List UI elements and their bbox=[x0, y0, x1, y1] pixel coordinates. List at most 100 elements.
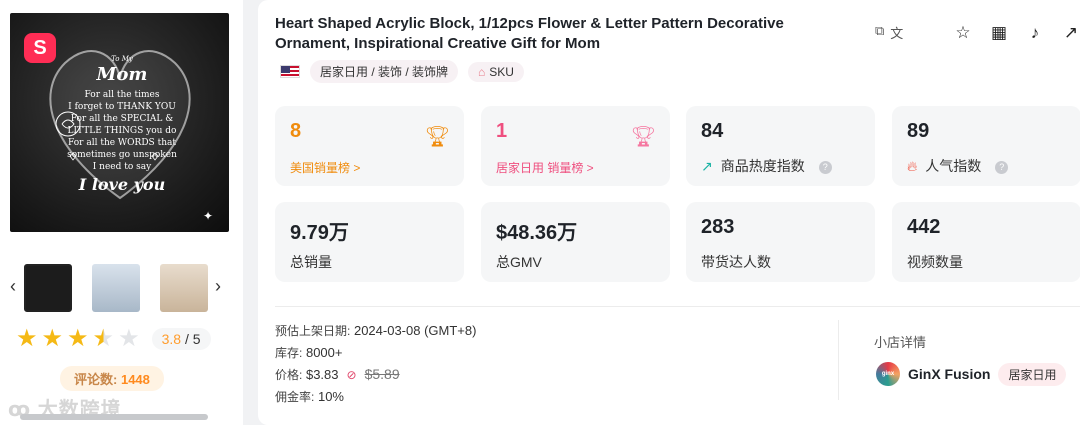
inscription-line: For all the WORDS that bbox=[68, 138, 176, 148]
total-gmv-card: $48.36万 总GMV bbox=[481, 202, 670, 282]
original-price: $5.89 bbox=[364, 366, 400, 382]
inscription-line: I need to say bbox=[92, 162, 152, 172]
category-tag[interactable]: 居家日用 / 装饰 / 装饰牌 bbox=[310, 60, 459, 83]
star-icon: ★ bbox=[67, 325, 89, 352]
shop-info[interactable]: ginx GinX Fusion 居家日用 bbox=[876, 362, 1067, 386]
shop-details-heading: 小店详情 bbox=[874, 335, 927, 350]
info-icon[interactable]: ? bbox=[818, 160, 832, 174]
listing-date-label: 预估上架日期: bbox=[275, 324, 351, 338]
inscription-line: sometimes go unspoken bbox=[67, 150, 177, 160]
inscription-line: LITTLE THINGS you do bbox=[67, 126, 177, 136]
popularity-label: 人气指数 bbox=[925, 158, 982, 174]
product-detail-panel: Heart Shaped Acrylic Block, 1/12pcs Flow… bbox=[258, 0, 1080, 425]
category-rank-label[interactable]: 居家日用 销量榜 > bbox=[496, 159, 594, 176]
review-count-label: 评论数: bbox=[74, 372, 118, 387]
action-bar: ☆ ▦ ♪ ↗ bbox=[946, 18, 1080, 48]
product-title: Heart Shaped Acrylic Block, 1/12pcs Flow… bbox=[275, 15, 784, 52]
thumbnail-2[interactable] bbox=[92, 264, 140, 312]
popularity-index-card: 89 🔥︎ 人气指数? bbox=[892, 106, 1080, 186]
shein-logo-icon: S bbox=[24, 33, 56, 63]
thumbnail-1[interactable] bbox=[24, 264, 72, 312]
videos-card: 442 视频数量 bbox=[892, 202, 1080, 282]
stock-label: 库存: bbox=[275, 346, 303, 360]
half-star-icon: ★ bbox=[92, 325, 115, 352]
inscription-line: For all the times bbox=[84, 90, 160, 100]
total-sales-card: 9.79万 总销量 bbox=[275, 202, 464, 282]
product-gallery-panel: To My Mom For all the times I forget to … bbox=[0, 0, 243, 425]
total-gmv-label: 总GMV bbox=[496, 254, 542, 270]
favorite-star-icon[interactable]: ☆ bbox=[946, 18, 980, 48]
section-divider bbox=[275, 306, 1080, 307]
listing-date-row: 预估上架日期: 2024-03-08 (GMT+8) bbox=[275, 320, 476, 342]
rating-score: 3.8 / 5 bbox=[151, 328, 211, 350]
creators-card: 283 带货达人数 bbox=[686, 202, 875, 282]
popularity-value: 89 bbox=[907, 120, 930, 142]
fire-icon: 🔥︎ bbox=[907, 158, 918, 174]
thumbnail-strip: ‹ › bbox=[10, 262, 235, 314]
star-icon: ★ bbox=[41, 325, 64, 352]
shop-category-tag: 居家日用 bbox=[998, 362, 1067, 386]
thumbnail-3[interactable] bbox=[160, 264, 208, 312]
sku-tag[interactable]: ⌂ SKU bbox=[468, 61, 524, 82]
commission-row: 佣金率: 10% bbox=[275, 386, 476, 408]
popularity-row: 🔥︎ 人气指数? bbox=[907, 156, 1009, 176]
listing-date-value: 2024-03-08 (GMT+8) bbox=[353, 323, 477, 338]
rating-value: 3.8 bbox=[161, 331, 182, 347]
inscription-love: I love you bbox=[78, 175, 166, 194]
image-inscription: To My Mom For all the times I forget to … bbox=[62, 53, 182, 195]
sku-label: SKU bbox=[489, 64, 514, 79]
commission-value: 10% bbox=[317, 389, 344, 404]
trophy-icon: 🏆︎ bbox=[424, 126, 450, 148]
trophy-icon: 🏆︎ bbox=[630, 126, 656, 148]
rating-row: ★ ★ ★ ★ ★ 3.8 / 5 bbox=[16, 326, 211, 352]
creators-label: 带货达人数 bbox=[701, 254, 771, 270]
inscription-line: I forget to THANK YOU bbox=[68, 102, 176, 112]
creators-value: 283 bbox=[701, 216, 735, 238]
external-link-icon[interactable]: ↗ bbox=[1054, 18, 1080, 48]
vertical-divider bbox=[838, 320, 839, 400]
trend-up-icon: ↗ bbox=[701, 158, 713, 174]
videos-label: 视频数量 bbox=[907, 254, 963, 270]
inscription-line: For all the SPECIAL & bbox=[70, 114, 174, 124]
title-tools: ⧉ 文 bbox=[875, 23, 903, 42]
category-sales-rank-card[interactable]: 1 居家日用 销量榜 > 🏆︎ bbox=[481, 106, 670, 186]
heat-index-row: ↗ 商品热度指数? bbox=[701, 156, 832, 176]
price-value: $3.83 bbox=[305, 367, 339, 382]
videos-value: 442 bbox=[907, 216, 941, 238]
stock-value: 8000+ bbox=[305, 345, 343, 360]
chevron-right-icon[interactable]: › bbox=[215, 276, 221, 297]
us-rank-label[interactable]: 美国销量榜 > bbox=[290, 159, 360, 176]
copy-icon[interactable]: ⧉ bbox=[875, 23, 884, 42]
tag-icon: ⌂ bbox=[478, 64, 486, 79]
heat-index-card: 84 ↗ 商品热度指数? bbox=[686, 106, 875, 186]
heat-index-value: 84 bbox=[701, 120, 724, 142]
sparkle-icon: ✦ bbox=[203, 209, 214, 223]
review-count-badge: 评论数: 1448 bbox=[60, 366, 164, 391]
us-sales-rank-card[interactable]: 8 美国销量榜 > 🏆︎ bbox=[275, 106, 464, 186]
product-details: 预估上架日期: 2024-03-08 (GMT+8) 库存: 8000+ 价格:… bbox=[275, 320, 476, 408]
rating-max: / 5 bbox=[184, 331, 201, 347]
shop-name[interactable]: GinX Fusion bbox=[908, 366, 990, 382]
price-row: 价格: $3.83 ⊘ $5.89 bbox=[275, 364, 476, 386]
us-flag-icon bbox=[280, 65, 300, 78]
review-count-value: 1448 bbox=[120, 372, 150, 387]
stock-row: 库存: 8000+ bbox=[275, 342, 476, 364]
product-tags: 居家日用 / 装饰 / 装饰牌 ⌂ SKU bbox=[280, 60, 524, 83]
total-sales-value: 9.79万 bbox=[290, 222, 349, 244]
heat-index-label: 商品热度指数 bbox=[720, 158, 805, 174]
star-icon: ★ bbox=[16, 325, 38, 352]
total-gmv-value: $48.36万 bbox=[496, 222, 578, 244]
price-history-icon[interactable]: ⊘ bbox=[347, 368, 357, 382]
tiktok-icon[interactable]: ♪ bbox=[1018, 18, 1052, 48]
chevron-left-icon[interactable]: ‹ bbox=[10, 276, 16, 297]
qr-code-icon[interactable]: ▦ bbox=[982, 18, 1016, 48]
translate-icon[interactable]: 文 bbox=[890, 23, 903, 42]
info-icon[interactable]: ? bbox=[995, 160, 1009, 174]
horizontal-scrollbar[interactable] bbox=[20, 414, 208, 420]
price-label: 价格: bbox=[275, 368, 303, 382]
star-icon: ★ bbox=[118, 325, 140, 352]
category-rank-value: 1 bbox=[496, 120, 508, 142]
inscription-mom: Mom bbox=[96, 64, 148, 85]
product-main-image[interactable]: To My Mom For all the times I forget to … bbox=[10, 13, 229, 232]
commission-label: 佣金率: bbox=[275, 390, 315, 404]
